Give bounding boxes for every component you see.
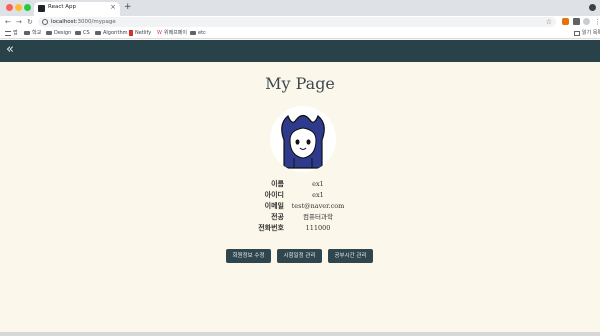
- info-value: ex1: [312, 191, 324, 199]
- bookmark-apps[interactable]: 앱: [5, 29, 18, 37]
- info-row-name: 이름 ex1: [0, 179, 600, 190]
- address-bar[interactable]: localhost:3000/mypage ☆: [38, 17, 556, 27]
- action-buttons: 회원정보 수정 시험일정 관리 공부시간 관리: [0, 249, 600, 263]
- bookmark-label: Design: [54, 30, 72, 36]
- profile-avatar-icon[interactable]: [583, 18, 590, 25]
- minimize-window-button[interactable]: [15, 4, 22, 11]
- bookmark-label: Netlify: [135, 30, 152, 36]
- browser-window: React App × + ← → ↻ localhost:3000/mypag…: [0, 0, 600, 336]
- site-info-icon[interactable]: [42, 19, 48, 25]
- react-favicon-icon: [38, 5, 45, 12]
- url-text: localhost:3000/mypage: [51, 18, 116, 26]
- back-button[interactable]: ←: [5, 16, 11, 28]
- info-label: 이메일: [264, 202, 284, 210]
- info-row-phone: 전화번호 111000: [0, 223, 600, 234]
- tab-strip: React App × +: [0, 0, 600, 16]
- info-label: 아이디: [264, 191, 284, 199]
- reload-button[interactable]: ↻: [27, 16, 33, 28]
- bookmark-netlify[interactable]: Netlify: [129, 29, 151, 37]
- reading-list-icon: [574, 30, 580, 36]
- reading-list-label: 읽기 목록: [582, 30, 600, 36]
- browser-menu-icon[interactable]: ⋮: [594, 16, 600, 28]
- bookmark-cs[interactable]: CS: [75, 29, 90, 37]
- info-row-major: 전공 컴퓨터과학: [0, 212, 600, 223]
- bookmark-label: 학교: [32, 30, 42, 36]
- info-value: ex1: [312, 180, 324, 188]
- window-bottom-edge: [0, 332, 600, 336]
- bookmark-label: 위메프페이: [164, 30, 188, 36]
- bookmark-star-icon[interactable]: ☆: [546, 17, 552, 27]
- url-path: 3000/mypage: [77, 19, 116, 25]
- tab-close-icon[interactable]: ×: [110, 3, 116, 11]
- new-tab-button[interactable]: +: [124, 2, 132, 13]
- bookmark-label: etc: [198, 30, 206, 36]
- folder-icon: [95, 31, 101, 35]
- extensions-puzzle-icon[interactable]: [573, 18, 580, 25]
- info-label: 전공: [271, 213, 284, 221]
- bookmark-design[interactable]: Design: [46, 29, 71, 37]
- info-value: 컴퓨터과학: [303, 213, 333, 221]
- bookmark-label: CS: [83, 30, 90, 36]
- info-value: test@naver.com: [291, 202, 345, 210]
- bookmark-label: 앱: [13, 30, 18, 36]
- browser-toolbar: ← → ↻ localhost:3000/mypage ☆ ⋮: [0, 16, 600, 28]
- folder-icon: [190, 31, 196, 35]
- close-window-button[interactable]: [6, 4, 13, 11]
- study-time-button[interactable]: 공부시간 관리: [328, 249, 373, 263]
- bookmarks-bar: 앱 학교 Design CS Algorithm Netlify W 위메프페이 …: [0, 28, 600, 39]
- exam-schedule-button[interactable]: 시험일정 관리: [277, 249, 322, 263]
- folder-icon: [46, 31, 52, 35]
- edit-profile-button[interactable]: 회원정보 수정: [226, 249, 271, 263]
- url-host: localhost:: [51, 19, 78, 25]
- reading-list[interactable]: 읽기 목록: [574, 29, 600, 37]
- bookmark-wemakepay[interactable]: W 위메프페이: [157, 29, 187, 37]
- forward-button[interactable]: →: [16, 16, 22, 28]
- folder-icon: [75, 31, 81, 35]
- tab-react-app[interactable]: React App ×: [34, 2, 120, 16]
- info-row-id: 아이디 ex1: [0, 190, 600, 201]
- window-menu-icon[interactable]: [589, 4, 596, 11]
- notion-icon: W: [157, 29, 162, 36]
- cat-avatar-icon: [281, 114, 325, 169]
- app-header: «: [0, 40, 600, 62]
- apps-icon: [5, 30, 11, 36]
- bookmark-school[interactable]: 학교: [24, 29, 41, 37]
- info-label: 전화번호: [258, 224, 284, 232]
- avatar: [270, 106, 336, 172]
- netlify-icon: [129, 30, 133, 36]
- bookmark-algorithm[interactable]: Algorithm: [95, 29, 128, 37]
- info-label: 이름: [271, 180, 284, 188]
- info-row-email: 이메일 test@naver.com: [0, 201, 600, 212]
- tab-title: React App: [48, 4, 77, 10]
- bookmark-label: Algorithm: [103, 30, 128, 36]
- extension-icon[interactable]: [562, 18, 569, 25]
- info-value: 111000: [305, 224, 331, 232]
- page-title: My Page: [265, 74, 335, 93]
- double-chevron-left-icon[interactable]: «: [6, 42, 14, 58]
- folder-icon: [24, 31, 30, 35]
- bookmark-etc[interactable]: etc: [190, 29, 206, 37]
- maximize-window-button[interactable]: [24, 4, 31, 11]
